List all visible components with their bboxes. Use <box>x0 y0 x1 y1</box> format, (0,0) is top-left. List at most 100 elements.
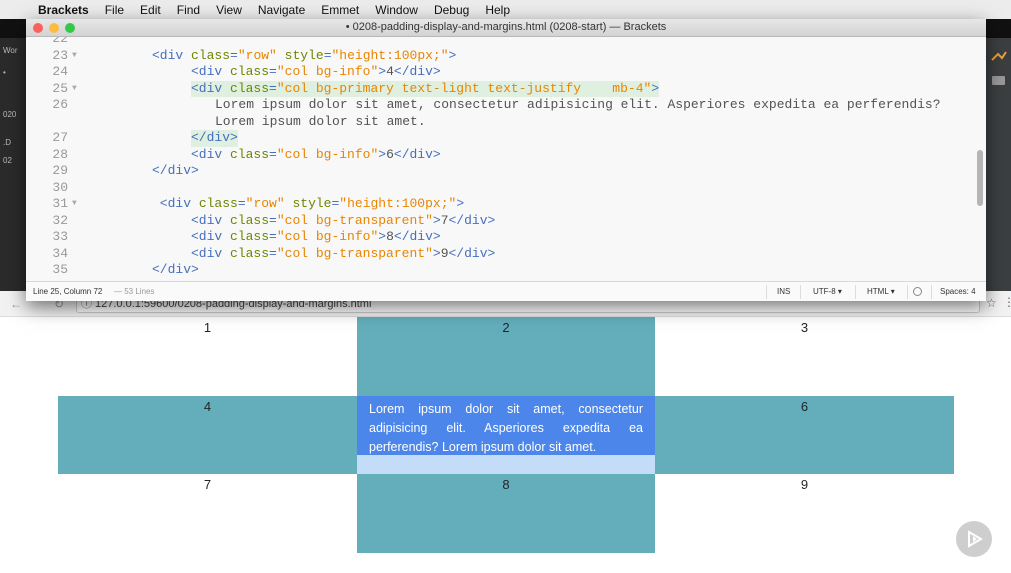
code-line[interactable]: 31 ▼ <div class="row" style="height:100px… <box>26 196 971 213</box>
code-token: 8 <box>386 229 394 244</box>
code-token: = <box>237 196 246 211</box>
line-number: 27 <box>52 130 68 145</box>
line-number: 30 <box>52 179 68 195</box>
menu-app-brackets[interactable]: Brackets <box>36 3 97 17</box>
code-text: <div class="col bg-transparent">7</div> <box>191 213 495 230</box>
code-token: <div <box>191 245 231 261</box>
divider <box>907 285 908 299</box>
fold-arrow-icon[interactable]: ▼ <box>72 48 77 65</box>
code-line[interactable]: 24 <div class="col bg-info">4</div> <box>26 64 971 81</box>
window-titlebar[interactable]: • 0208-padding-display-and-margins.html … <box>26 19 986 37</box>
code-token: "col bg-info" <box>276 146 379 162</box>
code-token: = <box>269 212 277 228</box>
fold-arrow-icon[interactable]: ▼ <box>72 81 77 98</box>
sliver-text: .D <box>3 138 11 147</box>
menu-view[interactable]: View <box>208 3 250 17</box>
code-line[interactable]: 34 <div class="col bg-transparent">9</div… <box>26 246 971 263</box>
play-icon[interactable] <box>956 521 992 557</box>
code-token: > <box>432 212 441 228</box>
menu-window[interactable]: Window <box>367 3 426 17</box>
grid-cell-6: 6 <box>655 396 954 474</box>
indent-setting[interactable]: Spaces: 4 <box>940 282 976 301</box>
background-window-sliver: Wor • 020 .D 02 <box>0 38 26 291</box>
bookmark-star-icon[interactable]: ☆ <box>986 296 997 310</box>
code-token: = <box>269 229 277 244</box>
menu-emmet[interactable]: Emmet <box>313 3 367 17</box>
code-line[interactable]: 35 </div> <box>26 262 971 279</box>
cell-text: 1 <box>203 320 212 335</box>
code-line[interactable]: 29 </div> <box>26 163 971 180</box>
code-text: <div class="col bg-info">4</div> <box>191 64 441 81</box>
code-token: = <box>269 245 277 261</box>
line-number: 24 <box>52 64 68 79</box>
extract-icon[interactable] <box>986 38 1011 98</box>
code-token: class <box>198 196 238 211</box>
chevron-down-icon: ▾ <box>837 287 842 296</box>
menu-edit[interactable]: Edit <box>132 3 169 17</box>
code-token: </div> <box>152 163 199 178</box>
code-line[interactable]: 22 <box>26 37 971 48</box>
code-line[interactable]: Lorem ipsum dolor sit amet. <box>26 114 971 131</box>
code-line[interactable]: 33 <div class="col bg-info">8</div> <box>26 229 971 246</box>
menu-debug[interactable]: Debug <box>426 3 477 17</box>
code-token: <div <box>191 229 231 244</box>
code-token: Lorem ipsum dolor sit amet, consectetur … <box>215 97 941 112</box>
code-token: </div> <box>191 130 238 145</box>
code-text: Lorem ipsum dolor sit amet. <box>215 114 426 131</box>
code-line[interactable]: 32 <div class="col bg-transparent">7</div… <box>26 213 971 230</box>
menu-dots-icon[interactable]: ⋮ <box>1003 295 1011 309</box>
encoding-label: UTF-8 <box>813 287 836 296</box>
sliver-text: Wor <box>3 46 18 55</box>
editor-scrollbar[interactable] <box>977 150 983 206</box>
sliver-text: 020 <box>3 110 17 119</box>
screen: Brackets File Edit Find View Navigate Em… <box>0 0 1011 573</box>
language-select[interactable]: HTML ▾ <box>867 282 895 301</box>
code-text: <div class="col bg-info">8</div> <box>191 229 441 246</box>
code-token: </div> <box>448 212 496 228</box>
code-text: <div class="col bg-info">6</div> <box>191 147 441 164</box>
code-line[interactable]: 27 </div> <box>26 130 971 147</box>
code-text: <div class="col bg-transparent">9</div> <box>191 246 495 263</box>
code-token: "col bg-transparent" <box>276 212 433 228</box>
code-text: Lorem ipsum dolor sit amet, consectetur … <box>215 97 941 114</box>
back-icon[interactable]: ← <box>10 297 22 311</box>
margin-highlight <box>357 455 655 474</box>
menu-help[interactable]: Help <box>477 3 518 17</box>
code-line[interactable]: 25 ▼ <div class="col bg-primary text-light… <box>26 80 971 98</box>
code-editor[interactable]: 22 23 ▼ <div class="row" style="height:100p… <box>26 37 986 281</box>
code-token: class <box>191 47 231 63</box>
grid-cell-4: 4 <box>58 396 357 474</box>
divider <box>800 285 801 299</box>
code-line[interactable]: 28 <div class="col bg-info">6</div> <box>26 147 971 164</box>
line-number: 32 <box>52 212 68 228</box>
code-token: = <box>269 80 277 96</box>
menu-find[interactable]: Find <box>169 3 208 17</box>
close-button[interactable] <box>33 23 43 33</box>
grid-cell-primary: Lorem ipsum dolor sit amet, consectetur … <box>357 396 655 455</box>
zoom-button[interactable] <box>65 23 75 33</box>
divider <box>931 285 932 299</box>
code-token: > <box>448 47 457 63</box>
line-number: 33 <box>52 229 68 244</box>
minimize-button[interactable] <box>49 23 59 33</box>
cell-text: 6 <box>800 399 809 414</box>
code-token: 9 <box>440 245 449 261</box>
code-line[interactable]: 26 Lorem ipsum dolor sit amet, consectetu… <box>26 97 971 114</box>
menu-navigate[interactable]: Navigate <box>250 3 313 17</box>
code-line[interactable]: 23 ▼ <div class="row" style="height:100px;… <box>26 48 971 65</box>
grid-cell-8: 8 <box>357 474 655 553</box>
encoding-select[interactable]: UTF-8 ▾ <box>813 282 842 301</box>
line-number: 35 <box>52 262 68 277</box>
window-title: • 0208-padding-display-and-margins.html … <box>345 21 667 33</box>
code-token: </div> <box>448 245 496 261</box>
insert-mode[interactable]: INS <box>777 282 790 301</box>
menu-file[interactable]: File <box>97 3 132 17</box>
code-text: </div> <box>152 163 199 180</box>
linter-status-icon[interactable] <box>913 287 922 296</box>
code-line[interactable]: 30 <box>26 180 971 197</box>
grid-cell-3: 3 <box>655 317 954 396</box>
code-token: "col bg-primary text-light text-justify … <box>276 80 652 96</box>
fold-arrow-icon[interactable]: ▼ <box>72 196 77 213</box>
code-token: <div <box>191 146 231 162</box>
code-token: 4 <box>386 64 394 79</box>
